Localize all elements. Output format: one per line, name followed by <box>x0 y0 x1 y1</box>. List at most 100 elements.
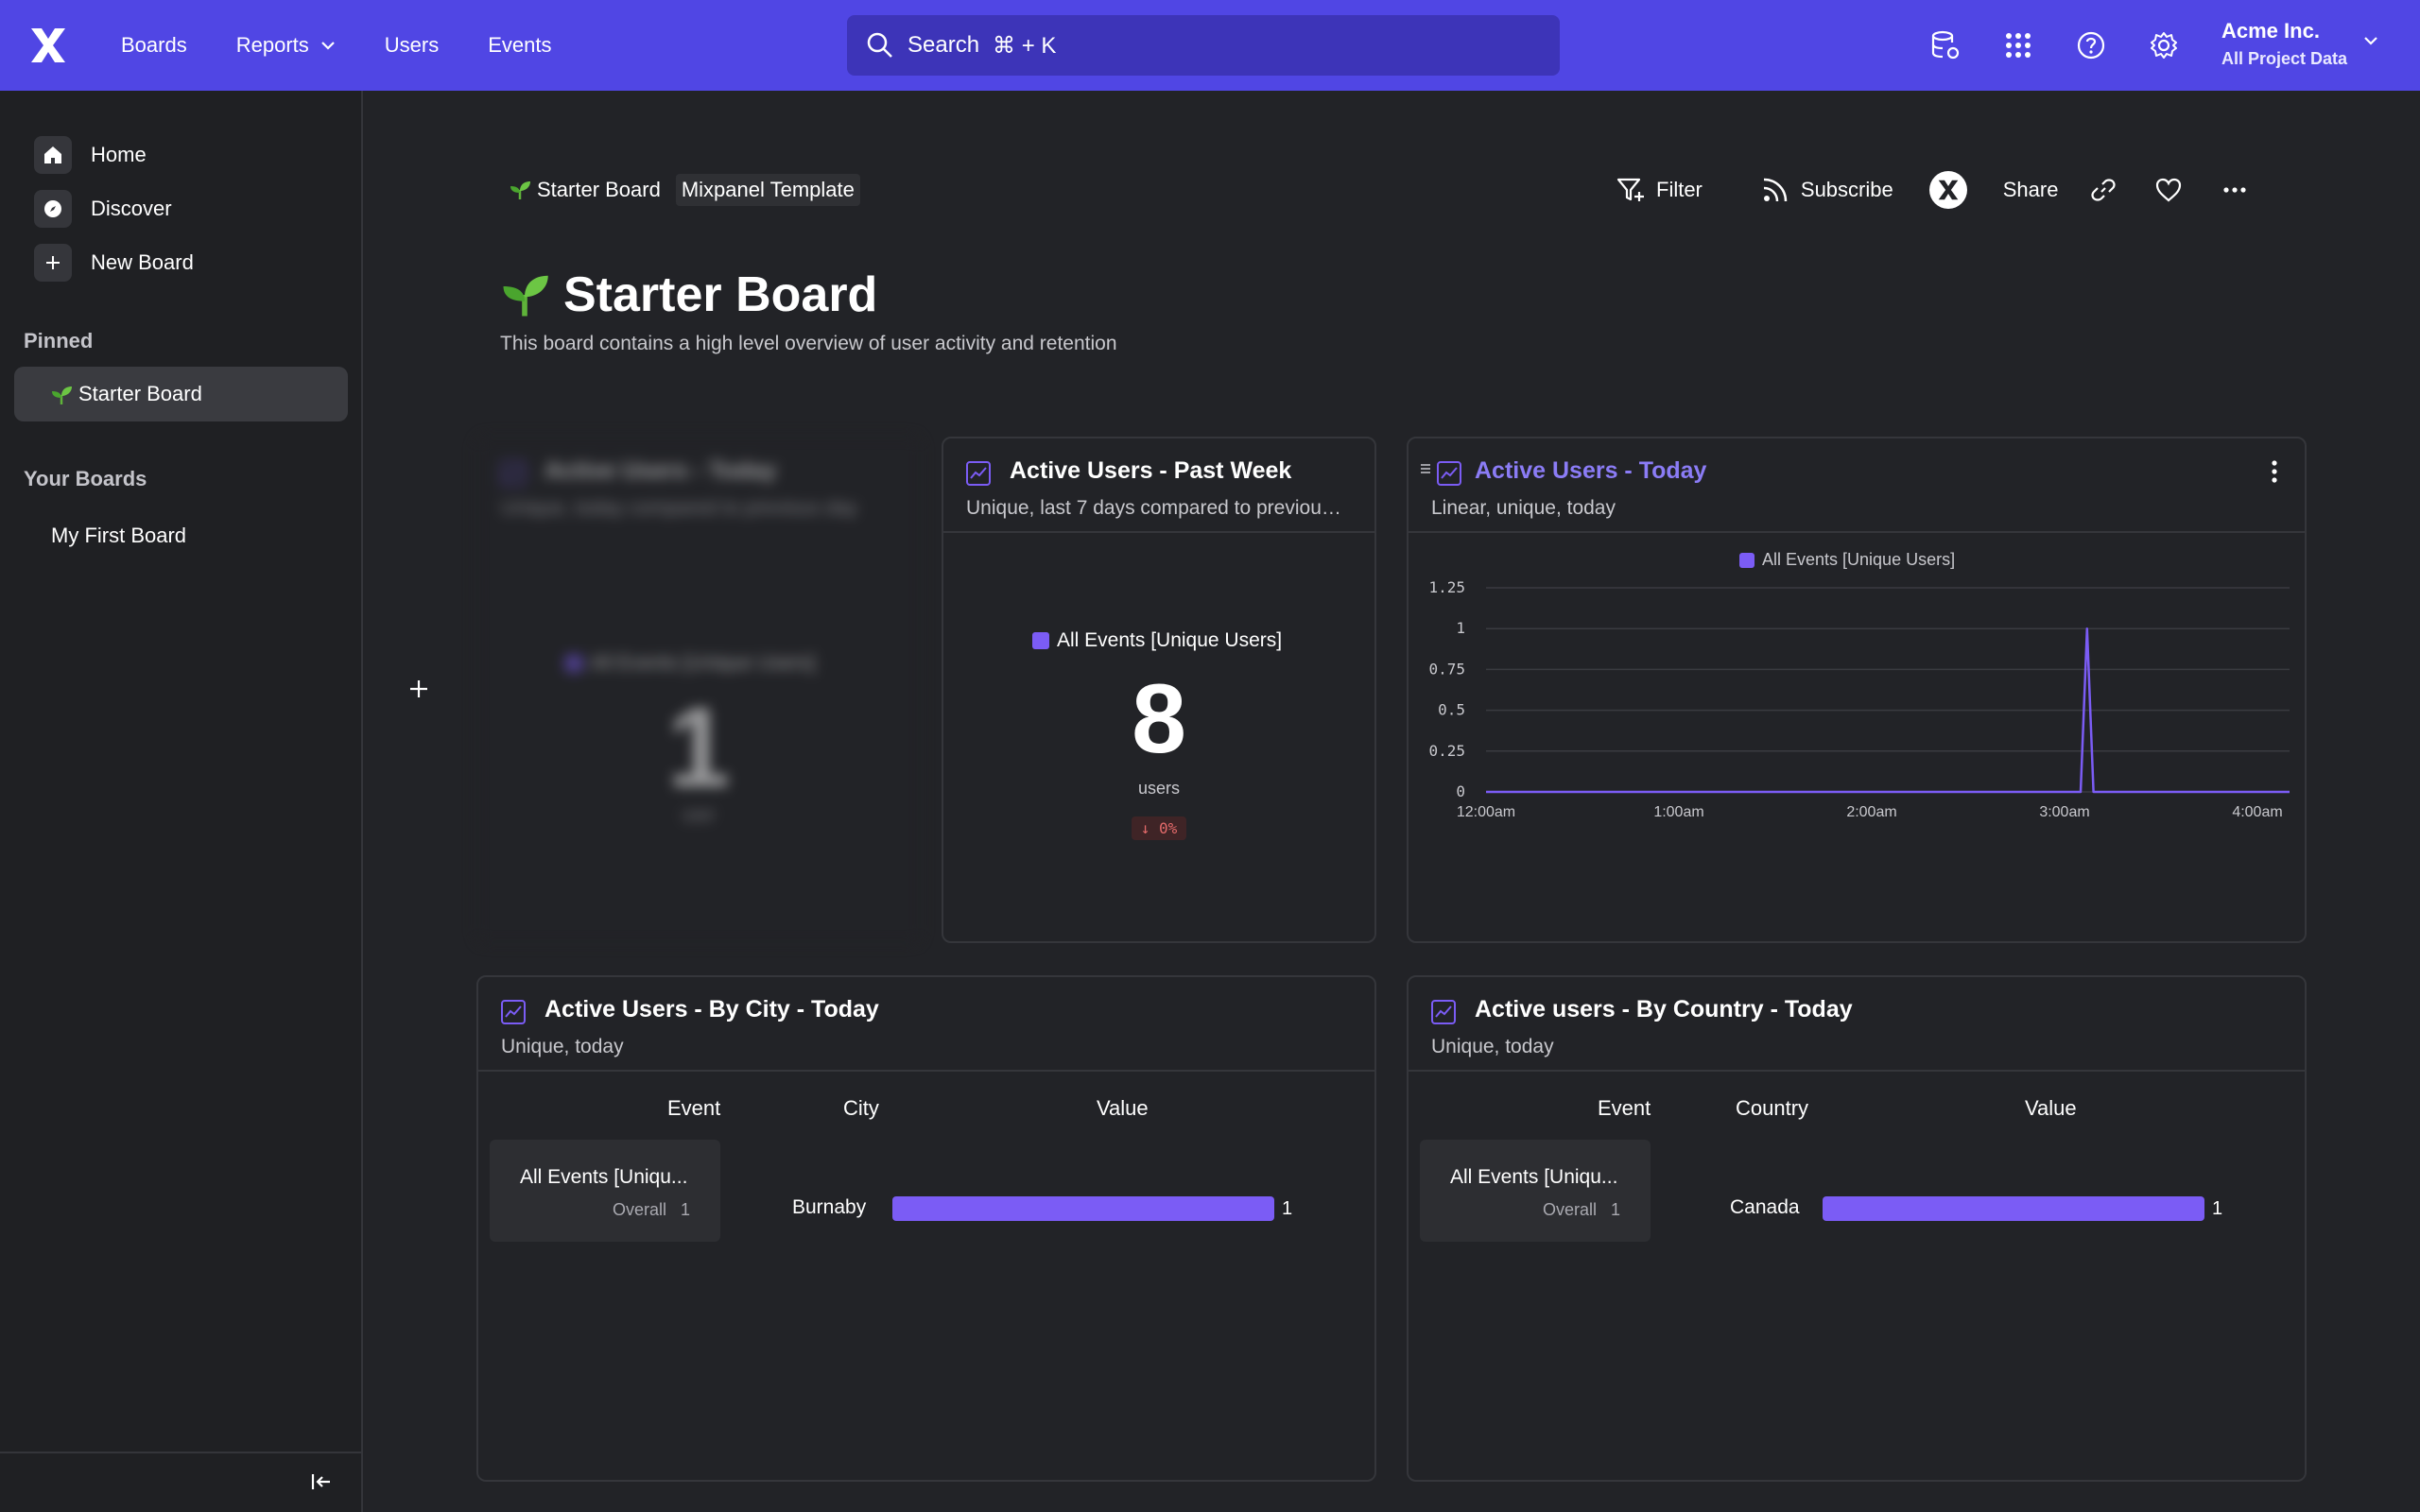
card-title[interactable]: Active Users - Today <box>1475 457 1706 485</box>
value-bar <box>1823 1196 2204 1221</box>
metric-value: 1 <box>666 684 731 811</box>
x-tick-label: 4:00am <box>2232 804 2282 820</box>
favorite-button[interactable] <box>2154 177 2183 203</box>
collapse-sidebar-icon[interactable] <box>306 1467 337 1497</box>
subscribe-label: Subscribe <box>1800 178 1893 201</box>
chevron-down-icon[interactable] <box>2363 36 2378 45</box>
help-icon[interactable] <box>2070 25 2112 66</box>
share-button[interactable]: Share <box>2003 178 2059 202</box>
legend-label: All Events [Unique Users] <box>590 652 816 674</box>
filter-button[interactable]: Filter <box>1616 177 1703 203</box>
metric-units: users <box>1137 779 1180 798</box>
nav-users-label: Users <box>384 33 440 57</box>
column-header-city[interactable]: City <box>843 1096 879 1121</box>
main-nav: Boards Reports Users Events <box>121 0 600 91</box>
chevron-down-icon <box>320 41 336 50</box>
more-options-button[interactable] <box>2222 186 2247 194</box>
x-tick-label: 2:00am <box>1846 804 1896 820</box>
delta-container: ↓ 0% <box>943 816 1374 840</box>
line-chart-icon <box>501 1000 526 1024</box>
sidebar-item-home[interactable]: Home <box>34 136 147 174</box>
data-settings-icon[interactable] <box>1925 25 1966 66</box>
legend-swatch <box>1032 632 1049 649</box>
card-header: Active Users - Today Linear, unique, tod… <box>1409 438 2305 533</box>
copy-link-button[interactable] <box>2090 177 2117 203</box>
card-active-users-today-dragging[interactable]: Active Users - Today Unique, today compa… <box>476 437 921 943</box>
subscribe-button[interactable]: Subscribe <box>1761 176 1893 204</box>
column-header-event[interactable]: Event <box>667 1096 720 1121</box>
sprout-icon <box>50 384 73 406</box>
delta-badge: ↓ 0% <box>1131 816 1187 840</box>
card-active-users-past-week[interactable]: Active Users - Past Week Unique, last 7 … <box>942 437 1376 943</box>
x-tick-label: 3:00am <box>2039 804 2089 820</box>
event-name: All Events [Uniqu... <box>1450 1166 1618 1188</box>
card-active-users-by-country[interactable]: Active users - By Country - Today Unique… <box>1407 975 2307 1482</box>
nav-boards[interactable]: Boards <box>121 33 187 58</box>
sidebar-item-label: New Board <box>91 250 194 274</box>
page-title: Starter Board <box>499 266 877 323</box>
row-label: Canada <box>1730 1196 1800 1218</box>
nav-reports[interactable]: Reports <box>236 33 336 58</box>
x-tick-label: 12:00am <box>1457 804 1515 820</box>
column-header-value[interactable]: Value <box>1097 1096 1149 1121</box>
sidebar-item-label: Starter Board <box>78 382 202 405</box>
card-subtitle: Unique, today <box>501 1036 624 1057</box>
mixpanel-logo[interactable] <box>28 26 68 65</box>
filter-label: Filter <box>1656 178 1703 201</box>
line-chart-icon <box>1437 461 1461 486</box>
sidebar-item-new-board[interactable]: New Board <box>34 244 194 282</box>
legend-swatch <box>565 655 582 672</box>
gear-icon[interactable] <box>2143 25 2185 66</box>
sidebar-item-discover[interactable]: Discover <box>34 190 172 228</box>
more-horizontal-icon <box>2222 186 2247 194</box>
nav-events-label: Events <box>488 33 552 57</box>
org-switcher[interactable]: Acme Inc. All Project Data <box>2221 19 2347 69</box>
filter-icon <box>1616 177 1645 203</box>
card-active-users-today[interactable]: Active Users - Today Linear, unique, tod… <box>1407 437 2307 943</box>
add-card-button[interactable] <box>405 675 433 703</box>
line-chart-icon <box>966 461 991 486</box>
sidebar: Home Discover New Board Pinned Starter B… <box>0 91 363 1512</box>
top-icon-group <box>1925 25 2216 66</box>
page-title-text: Starter Board <box>563 267 878 322</box>
nav-users[interactable]: Users <box>385 33 439 58</box>
x-tick-label: 1:00am <box>1653 804 1703 820</box>
y-tick-label: 0.5 <box>1438 701 1465 719</box>
nav-events[interactable]: Events <box>488 33 551 58</box>
row-value: 1 <box>1282 1198 1293 1219</box>
event-cell[interactable]: All Events [Uniqu... Overall 1 <box>490 1140 720 1242</box>
template-tag: Mixpanel Template <box>675 174 860 206</box>
org-name: Acme Inc. <box>2221 19 2320 43</box>
owner-avatar[interactable] <box>1928 171 1967 209</box>
share-label: Share <box>2002 178 2059 201</box>
card-subtitle: Unique, today <box>1431 1036 1554 1057</box>
y-tick-label: 0.75 <box>1428 660 1465 678</box>
card-title: Active Users - By City - Today <box>544 996 879 1022</box>
card-header: Active Users - Past Week Unique, last 7 … <box>943 438 1374 533</box>
breadcrumb-board[interactable]: Starter Board <box>509 178 661 202</box>
sidebar-item-label: Discover <box>91 197 172 220</box>
card-subtitle: Unique, last 7 days compared to previou… <box>966 497 1341 519</box>
rss-icon <box>1761 176 1789 204</box>
drag-handle-icon[interactable] <box>1420 463 1431 474</box>
search-input[interactable]: Search ⌘ + K <box>847 15 1560 76</box>
link-icon <box>2090 177 2117 203</box>
y-tick-label: 1.25 <box>1428 578 1465 596</box>
card-subtitle: Unique, today compared to previous day <box>501 497 858 519</box>
column-header-country[interactable]: Country <box>1736 1096 1808 1121</box>
pinned-section-label: Pinned <box>24 329 94 352</box>
event-cell[interactable]: All Events [Uniqu... Overall 1 <box>1420 1140 1651 1242</box>
card-active-users-by-city[interactable]: Active Users - By City - Today Unique, t… <box>476 975 1376 1482</box>
event-overall: Overall 1 <box>1543 1200 1620 1220</box>
event-overall: Overall 1 <box>613 1200 690 1220</box>
sprout-icon <box>509 179 531 201</box>
sidebar-item-my-first-board[interactable]: My First Board <box>51 524 186 548</box>
sidebar-item-starter-board[interactable]: Starter Board <box>14 367 348 421</box>
card-subtitle: Linear, unique, today <box>1431 497 1616 519</box>
nav-reports-label: Reports <box>235 33 309 57</box>
more-vertical-icon[interactable] <box>2271 459 2278 484</box>
apps-grid-icon[interactable] <box>1997 25 2039 66</box>
column-header-event[interactable]: Event <box>1598 1096 1651 1121</box>
column-header-value[interactable]: Value <box>2025 1096 2077 1121</box>
card-title: Active Users - Today <box>544 457 777 484</box>
